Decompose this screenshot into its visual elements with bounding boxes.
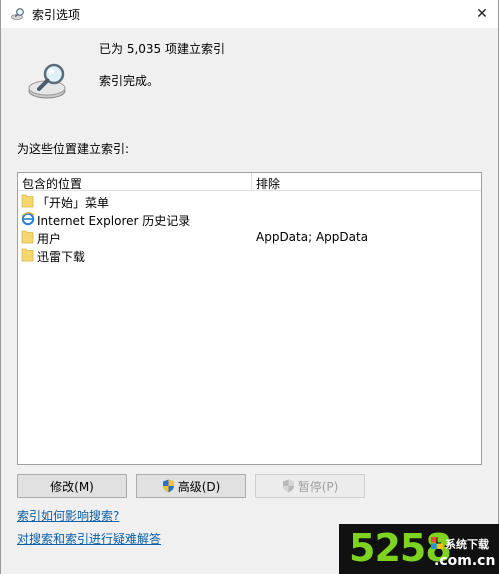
location-name: 用户 (37, 232, 62, 246)
troubleshoot-search-indexing-link[interactable]: 对搜索和索引进行疑难解答 (17, 530, 161, 547)
internet-explorer-icon (21, 212, 35, 226)
watermark-logo: 5258 系统下载 .com.cn (339, 524, 499, 574)
title-bar[interactable]: 索引选项 ✕ (1, 0, 498, 28)
location-name: 「开始」菜单 (37, 196, 110, 210)
pause-button-label: 暂停(P) (297, 479, 339, 494)
modify-button[interactable]: 修改(M) (17, 474, 127, 498)
indexing-options-window: 索引选项 ✕ 已为 5,035 项建立索引 索引完成。 为这些位置建立索引: 包… (0, 0, 499, 574)
close-button[interactable]: ✕ (465, 0, 499, 28)
advanced-button[interactable]: 高级(D) (136, 474, 246, 498)
folder-icon (21, 230, 34, 244)
column-header-exclude[interactable]: 排除 (256, 175, 280, 192)
watermark-url: .com.cn (434, 553, 496, 569)
column-header-included-locations[interactable]: 包含的位置 (22, 175, 82, 192)
list-item[interactable]: Internet Explorer 历史记录 (18, 210, 481, 228)
advanced-button-label: 高级(D) (177, 479, 221, 494)
watermark-name: 系统下载 (445, 538, 489, 551)
indexing-magnifier-icon (28, 63, 66, 99)
pause-button[interactable]: 暂停(P) (255, 474, 365, 498)
indexing-status-text: 索引完成。 (99, 74, 160, 88)
window-title: 索引选项 (32, 8, 81, 22)
indexed-count-text: 已为 5,035 项建立索引 (99, 42, 225, 56)
folder-icon (21, 194, 34, 208)
folder-icon (21, 248, 34, 262)
location-name: Internet Explorer 历史记录 (37, 214, 191, 228)
list-item[interactable]: 「开始」菜单 (18, 192, 481, 210)
location-exclude: AppData; AppData (256, 230, 369, 244)
locations-section-label: 为这些位置建立索引: (17, 142, 130, 156)
location-name: 迅雷下载 (37, 250, 86, 264)
uac-shield-icon (162, 479, 174, 493)
windows-logo-icon (431, 537, 443, 549)
modify-button-label: 修改(M) (50, 479, 94, 494)
list-item[interactable]: 迅雷下载 (18, 246, 481, 264)
uac-shield-icon (282, 479, 294, 493)
list-header: 包含的位置 排除 (18, 173, 481, 191)
column-divider[interactable] (251, 173, 252, 191)
how-indexing-affects-search-link[interactable]: 索引如何影响搜索? (17, 507, 119, 524)
included-locations-list[interactable]: 包含的位置 排除 「开始」菜单 Internet Explorer 历史记录 用… (17, 172, 482, 465)
close-icon: ✕ (476, 6, 488, 22)
list-item[interactable]: 用户 AppData; AppData (18, 228, 481, 246)
indexing-app-icon (11, 8, 24, 20)
